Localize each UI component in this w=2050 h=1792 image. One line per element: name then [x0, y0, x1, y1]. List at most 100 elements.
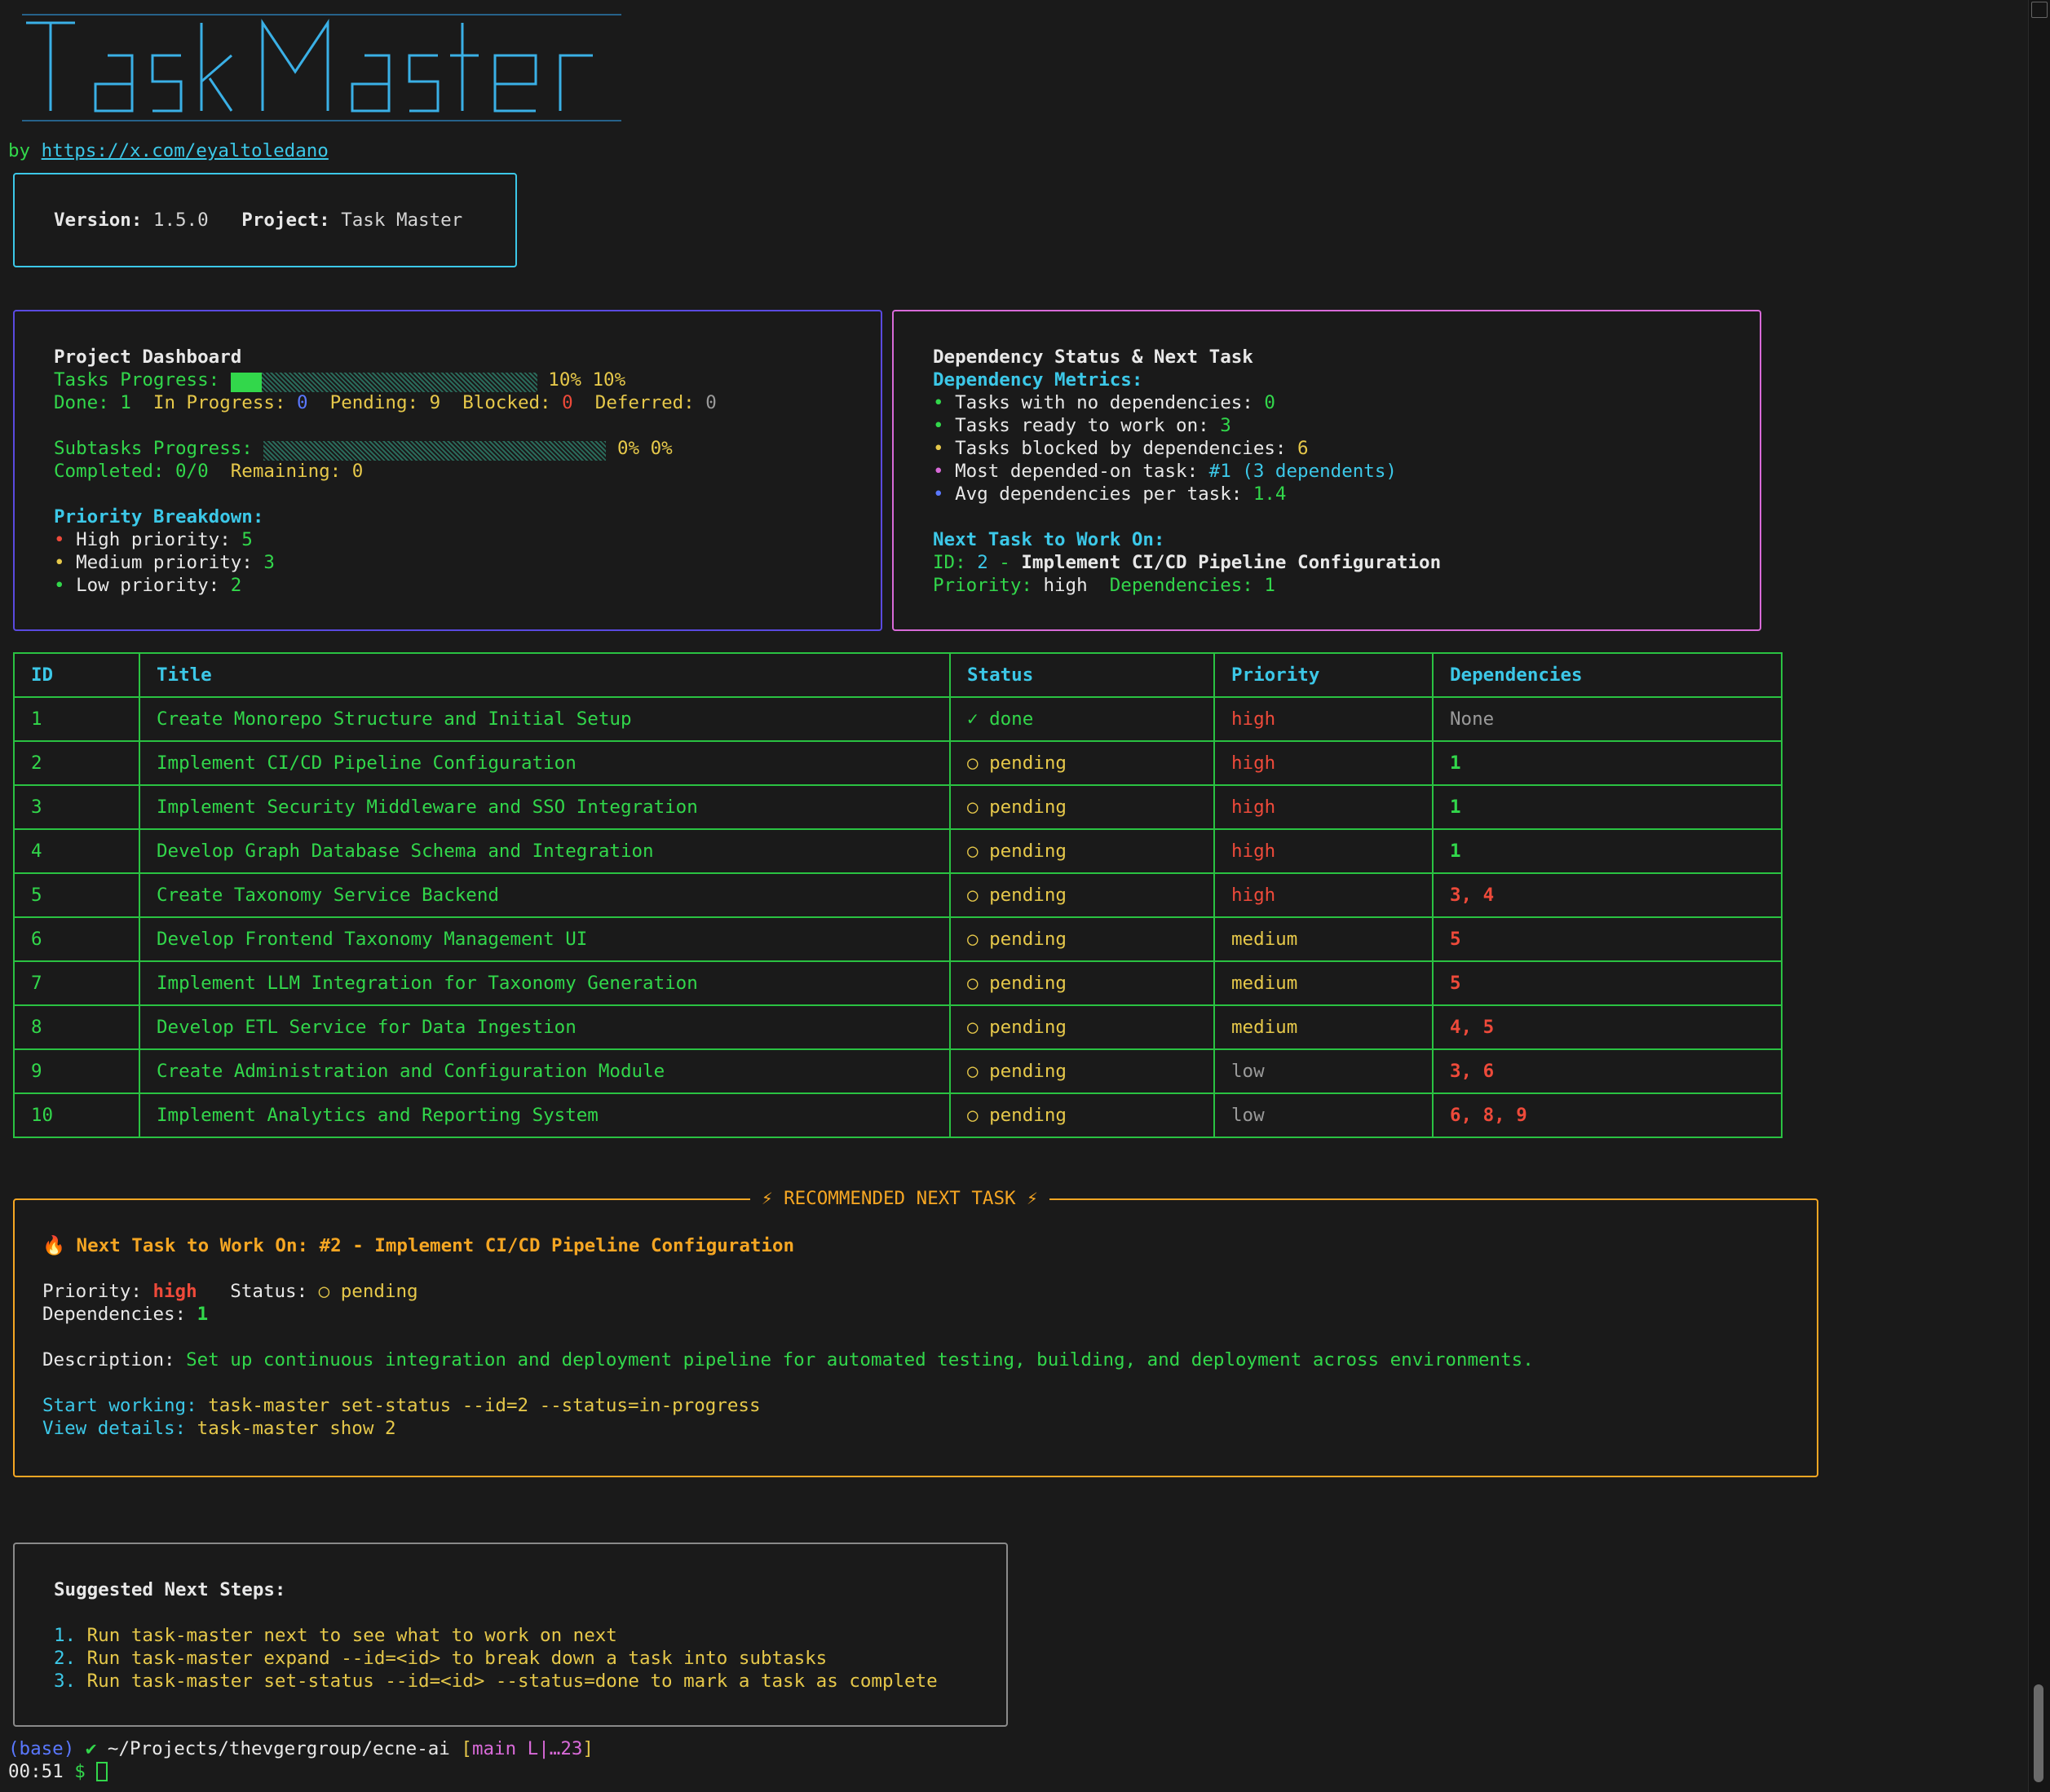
terminal-window[interactable]: by https://x.com/eyaltoledano Version: 1… — [0, 0, 2022, 1792]
tasks-progress-line: Tasks Progress: 10% 10% — [54, 369, 626, 392]
step-number: 3. — [54, 1671, 77, 1692]
terminal-scrollbar[interactable] — [2028, 0, 2050, 1792]
author-link[interactable]: https://x.com/eyaltoledano — [42, 140, 329, 161]
view-details-label: View details: — [42, 1418, 187, 1439]
task-status: ○ pending — [949, 1092, 1215, 1138]
suggested-step: 1. Run task-master next to see what to w… — [54, 1624, 617, 1647]
task-priority: high — [1213, 740, 1434, 786]
next-task-id-line: ID: 2 - Implement CI/CD Pipeline Configu… — [933, 551, 1441, 574]
recommended-priority-label: Priority: — [42, 1281, 142, 1302]
medium-priority-line: • Medium priority: 3 — [54, 551, 275, 574]
col-id: ID — [13, 652, 140, 698]
bullet-icon: • — [54, 529, 65, 550]
dependency-metrics-title: Dependency Metrics: — [933, 369, 1143, 391]
next-priority-value: high — [1043, 575, 1088, 596]
conda-env: (base) — [8, 1738, 75, 1759]
blocked-label: Blocked: — [462, 392, 551, 413]
suggested-title: Suggested Next Steps: — [54, 1579, 286, 1600]
task-title: Develop ETL Service for Data Ingestion — [139, 1004, 951, 1050]
task-id: 3 — [13, 784, 140, 830]
recommended-heading: 🔥 Next Task to Work On: #2 - Implement C… — [42, 1235, 795, 1256]
view-details-line: View details: task-master show 2 — [42, 1417, 396, 1440]
next-task-title: Next Task to Work On: — [933, 529, 1165, 550]
table-header-row: ID Title Status Priority Dependencies — [13, 652, 1783, 698]
view-details-command: task-master show 2 — [197, 1418, 396, 1439]
next-deps-value: 1 — [1264, 575, 1275, 596]
dashboard-title: Project Dashboard — [54, 346, 242, 368]
project-label: Project: — [241, 210, 330, 231]
recommended-deps-line: Dependencies: 1 — [42, 1303, 208, 1326]
task-dependencies: 5 — [1432, 916, 1783, 962]
tasks-progress-bar — [230, 372, 537, 392]
task-status: ○ pending — [949, 1048, 1215, 1094]
task-priority: low — [1213, 1092, 1434, 1138]
scrollbar-thumb[interactable] — [2034, 1684, 2043, 1782]
task-dependencies: 4, 5 — [1432, 1004, 1783, 1050]
recommended-legend: ⚡ RECOMMENDED NEXT TASK ⚡ — [750, 1187, 1049, 1210]
next-id-label: ID: — [933, 552, 966, 573]
done-count: 1 — [120, 392, 131, 413]
task-dependencies: None — [1432, 696, 1783, 742]
task-id: 4 — [13, 828, 140, 874]
task-status: ○ pending — [949, 1004, 1215, 1050]
window-menu-button[interactable] — [2031, 2, 2048, 18]
start-working-command: task-master set-status --id=2 --status=i… — [208, 1395, 761, 1416]
blocked-deps-label: Tasks blocked by dependencies: — [955, 438, 1287, 459]
subtasks-progress-line: Subtasks Progress: 0% 0% — [54, 437, 673, 461]
task-id: 10 — [13, 1092, 140, 1138]
bullet-icon: • — [54, 552, 65, 573]
step-text: Run task-master next to see what to work… — [86, 1625, 617, 1646]
task-priority: medium — [1213, 1004, 1434, 1050]
shell-input-line[interactable]: 00:51 $ — [8, 1760, 108, 1783]
bullet-icon: • — [54, 575, 65, 596]
task-status: ○ pending — [949, 828, 1215, 874]
cursor[interactable] — [96, 1762, 108, 1781]
bullet-icon: • — [933, 392, 944, 413]
high-priority-line: • High priority: 5 — [54, 528, 253, 551]
low-priority-line: • Low priority: 2 — [54, 574, 241, 597]
table-row: 2 Implement CI/CD Pipeline Configuration ○… — [13, 740, 1783, 786]
task-priority: high — [1213, 696, 1434, 742]
task-dependencies: 6, 8, 9 — [1432, 1092, 1783, 1138]
remaining-label: Remaining: — [230, 461, 342, 482]
in-progress-label: In Progress: — [152, 392, 286, 413]
tasks-progress-rest — [261, 373, 537, 392]
table-row: 6 Develop Frontend Taxonomy Management UI… — [13, 916, 1783, 962]
recommended-priority-line: Priority: high Status: ○ pending — [42, 1280, 418, 1303]
task-dependencies: 1 — [1432, 784, 1783, 830]
table-row: 7 Implement LLM Integration for Taxonomy … — [13, 960, 1783, 1006]
task-priority: medium — [1213, 960, 1434, 1006]
version-label: Version: — [54, 210, 143, 231]
blocked-deps-value: 6 — [1297, 438, 1309, 459]
avg-deps-line: • Avg dependencies per task: 1.4 — [933, 483, 1286, 505]
next-id-value: 2 — [977, 552, 988, 573]
avg-deps-value: 1.4 — [1253, 483, 1287, 505]
pending-label: Pending: — [329, 392, 419, 413]
start-working-line: Start working: task-master set-status --… — [42, 1394, 761, 1417]
medium-priority-label: Medium priority: — [76, 552, 253, 573]
task-dependencies: 1 — [1432, 828, 1783, 874]
subtasks-counts-line: Completed: 0/0 Remaining: 0 — [54, 460, 363, 483]
prompt-time: 00:51 — [8, 1761, 64, 1782]
task-dependencies: 3, 4 — [1432, 872, 1783, 918]
task-title: Implement Analytics and Reporting System — [139, 1092, 951, 1138]
table-row: 3 Implement Security Middleware and SSO I… — [13, 784, 1783, 830]
high-priority-label: High priority: — [76, 529, 231, 550]
blocked-deps-line: • Tasks blocked by dependencies: 6 — [933, 437, 1309, 460]
task-priority: medium — [1213, 916, 1434, 962]
task-title: Develop Frontend Taxonomy Management UI — [139, 916, 951, 962]
task-status: ○ pending — [949, 872, 1215, 918]
step-number: 1. — [54, 1625, 77, 1646]
task-title: Implement LLM Integration for Taxonomy G… — [139, 960, 951, 1006]
col-status: Status — [949, 652, 1215, 698]
completed-label: Completed: — [54, 461, 165, 482]
recommended-status-value: ○ pending — [318, 1281, 418, 1302]
suggested-step: 3. Run task-master set-status --id=<id> … — [54, 1670, 938, 1693]
table-row: 4 Develop Graph Database Schema and Integ… — [13, 828, 1783, 874]
task-priority: high — [1213, 784, 1434, 830]
table-row: 9 Create Administration and Configuration… — [13, 1048, 1783, 1094]
task-title: Create Monorepo Structure and Initial Se… — [139, 696, 951, 742]
dependency-status-box: Dependency Status & Next Task Dependency… — [892, 310, 1761, 631]
start-working-label: Start working: — [42, 1395, 197, 1416]
tasks-progress-text: 10% 10% — [548, 369, 626, 391]
